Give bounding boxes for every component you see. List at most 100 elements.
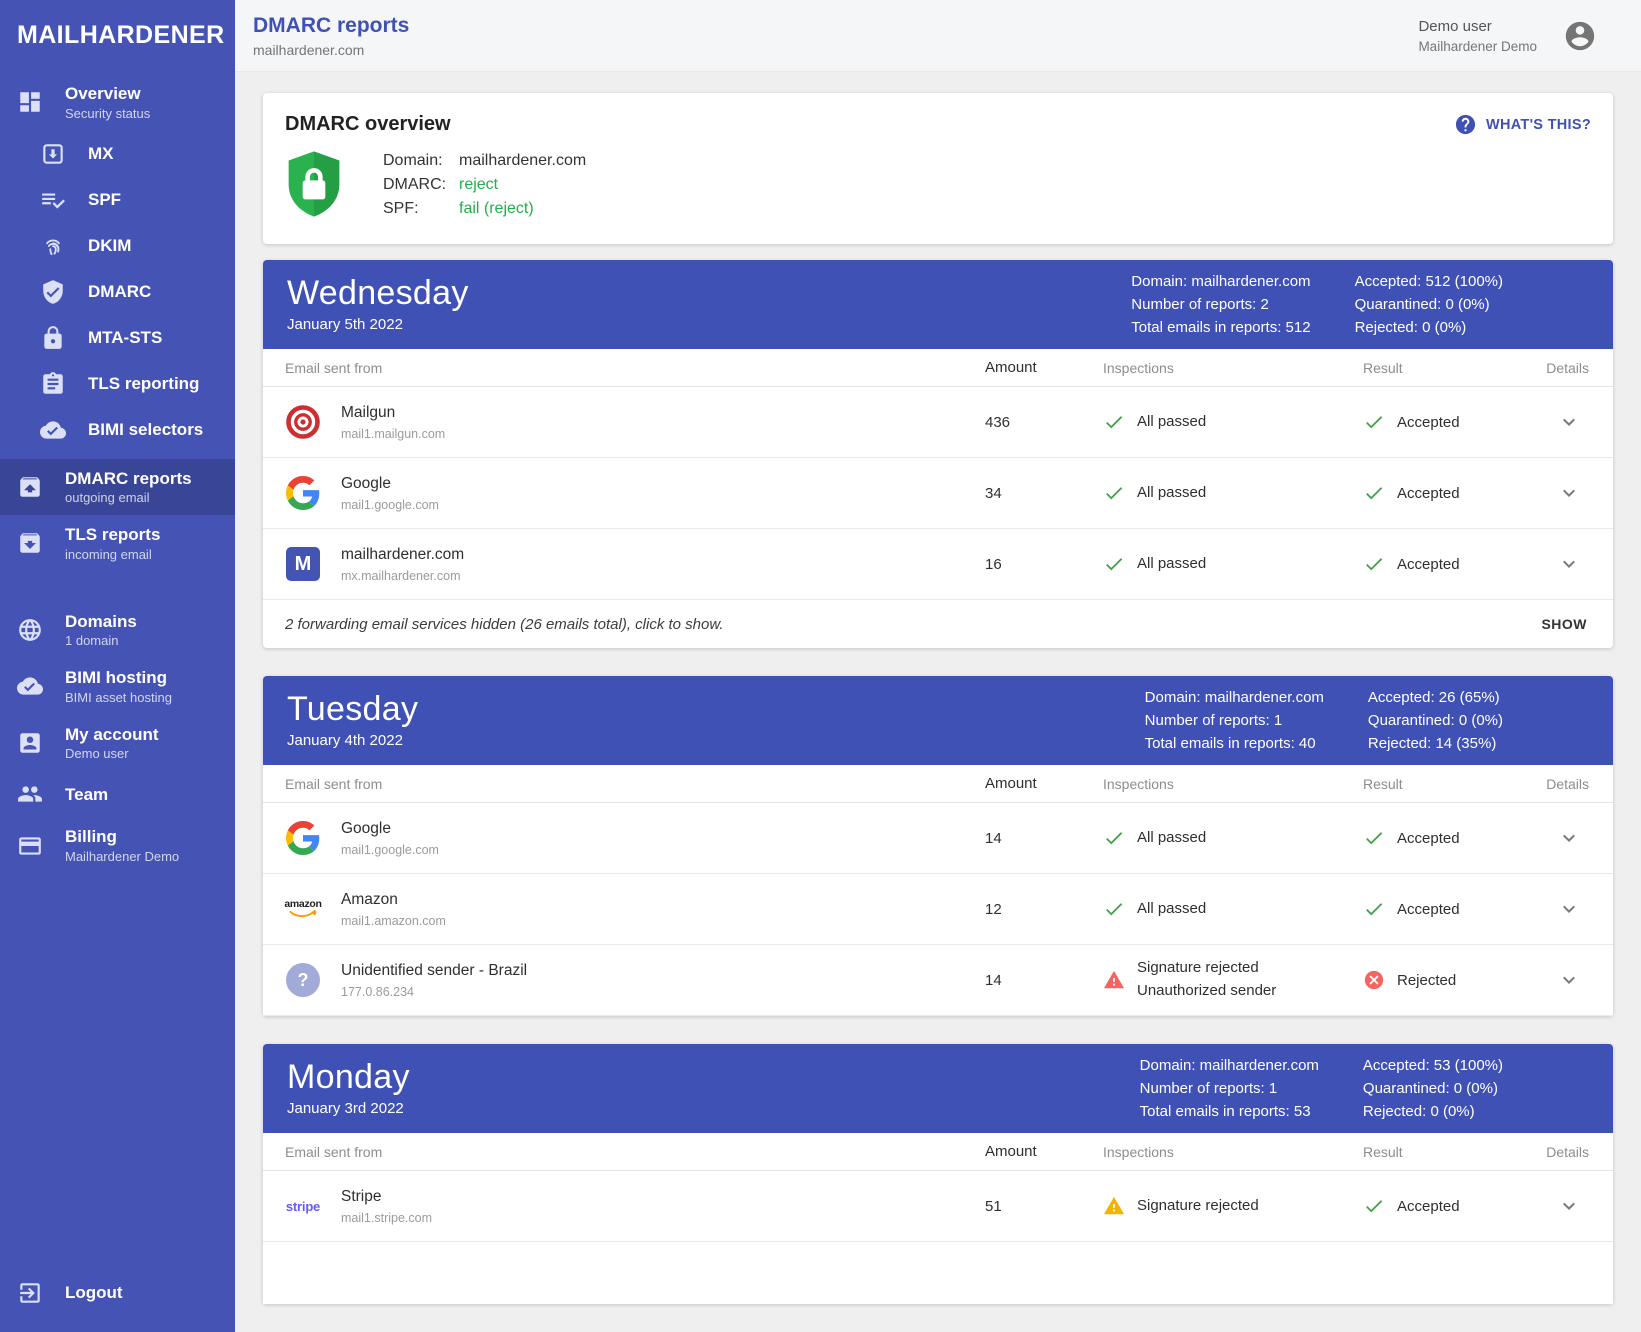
report-row[interactable]: Googlemail1.google.com14All passedAccept… bbox=[263, 803, 1613, 874]
result-cell: Accepted bbox=[1363, 827, 1491, 849]
col-header-email-sent-from: Email sent from bbox=[285, 360, 985, 376]
chevron-down-icon[interactable] bbox=[1557, 1194, 1581, 1218]
report-row[interactable]: Mailgunmail1.mailgun.com436All passedAcc… bbox=[263, 387, 1613, 458]
sidebar-item-mta-sts[interactable]: MTA-STS bbox=[0, 315, 235, 361]
sidebar-item-label: MX bbox=[88, 144, 114, 164]
sidebar-item-bimi-selectors[interactable]: BIMI selectors bbox=[0, 407, 235, 453]
overview-field-label: Domain: bbox=[383, 152, 459, 170]
warning-icon bbox=[1103, 1195, 1125, 1217]
sidebar-item-sublabel: outgoing email bbox=[65, 490, 192, 505]
mailgun-logo-icon bbox=[285, 404, 321, 440]
sender-cell: Mailgunmail1.mailgun.com bbox=[285, 404, 985, 441]
day-name: Tuesday bbox=[287, 692, 1145, 728]
inspection-text: All passed bbox=[1137, 900, 1206, 919]
sidebar-nav: OverviewSecurity status MX SPFDKIMDMARCMTA… bbox=[0, 74, 235, 874]
inspection-lines: All passed bbox=[1137, 413, 1206, 432]
user-menu[interactable]: Demo user Mailhardener Demo bbox=[1418, 18, 1597, 54]
dashboard-icon bbox=[17, 89, 43, 115]
day-stat: Rejected: 14 (35%) bbox=[1368, 732, 1503, 755]
amount-value: 12 bbox=[985, 901, 1103, 918]
sender-name: Unidentified sender - Brazil bbox=[341, 962, 527, 980]
table-header-row: Email sent fromAmountInspectionsResultDe… bbox=[263, 349, 1613, 387]
result-text: Accepted bbox=[1397, 556, 1460, 573]
result-cell: Accepted bbox=[1363, 411, 1491, 433]
details-cell bbox=[1491, 897, 1591, 921]
sidebar-item-tls-reporting[interactable]: TLS reporting bbox=[0, 361, 235, 407]
report-row[interactable]: stripeStripemail1.stripe.com51Signature … bbox=[263, 1171, 1613, 1242]
result-cell: Accepted bbox=[1363, 898, 1491, 920]
sidebar-item-label: BIMI hosting bbox=[65, 668, 172, 688]
amount-value: 34 bbox=[985, 485, 1103, 502]
check-icon bbox=[1103, 898, 1125, 920]
day-stats-results: Accepted: 512 (100%)Quarantined: 0 (0%)R… bbox=[1355, 270, 1503, 339]
cloud-check-icon bbox=[40, 417, 66, 443]
sidebar-item-tls-reports[interactable]: TLS reportsincoming email bbox=[0, 515, 235, 572]
sidebar-item-spf[interactable]: SPF bbox=[0, 177, 235, 223]
day-header: WednesdayJanuary 5th 2022Domain: mailhar… bbox=[263, 260, 1613, 349]
sender-name: Amazon bbox=[341, 891, 446, 909]
col-header-result: Result bbox=[1363, 1144, 1491, 1160]
overview-body: Domain:mailhardener.comDMARC:rejectSPF:f… bbox=[285, 148, 1591, 220]
page-title: DMARC reports bbox=[253, 13, 409, 38]
day-stat: Total emails in reports: 40 bbox=[1145, 732, 1324, 755]
day-stats-results: Accepted: 53 (100%)Quarantined: 0 (0%)Re… bbox=[1363, 1054, 1503, 1123]
report-row[interactable]: Google mail1.google.com 34All passedAccept… bbox=[263, 458, 1613, 529]
day-stat: Domain: mailhardener.com bbox=[1140, 1054, 1319, 1077]
day-card: TuesdayJanuary 4th 2022Domain: mailharde… bbox=[263, 676, 1613, 1016]
sender-cell: ?Unidentified sender - Brazil177.0.86.23… bbox=[285, 962, 985, 999]
table-header-row: Email sent fromAmountInspectionsResultDe… bbox=[263, 765, 1613, 803]
sender-name: Stripe bbox=[341, 1188, 432, 1206]
chevron-down-icon[interactable] bbox=[1557, 968, 1581, 992]
report-row[interactable]: ?Unidentified sender - Brazil177.0.86.23… bbox=[263, 945, 1613, 1016]
col-header-details: Details bbox=[1491, 360, 1591, 376]
sender-name: Mailgun bbox=[341, 404, 445, 422]
sidebar-item-bimi-hosting[interactable]: BIMI hosting BIMI asset hosting bbox=[0, 658, 235, 715]
chevron-down-icon[interactable] bbox=[1557, 481, 1581, 505]
sidebar-item-billing[interactable]: BillingMailhardener Demo bbox=[0, 817, 235, 874]
sidebar-item-dmarc[interactable]: DMARC bbox=[0, 269, 235, 315]
day-title: TuesdayJanuary 4th 2022 bbox=[287, 692, 1145, 749]
sidebar-item-dkim[interactable]: DKIM bbox=[0, 223, 235, 269]
chevron-down-icon[interactable] bbox=[1557, 552, 1581, 576]
avatar-icon[interactable] bbox=[1563, 19, 1597, 53]
sidebar-item-label: Overview bbox=[65, 84, 150, 104]
day-name: Monday bbox=[287, 1060, 1140, 1096]
chevron-down-icon[interactable] bbox=[1557, 897, 1581, 921]
shield-lock-icon bbox=[285, 148, 343, 220]
chevron-down-icon[interactable] bbox=[1557, 410, 1581, 434]
result-cell: Accepted bbox=[1363, 482, 1491, 504]
result-text: Rejected bbox=[1397, 972, 1456, 989]
show-button[interactable]: SHOW bbox=[1529, 608, 1599, 640]
inspection-lines: Signature rejected bbox=[1137, 1197, 1259, 1216]
sidebar-item-logout[interactable]: Logout bbox=[0, 1264, 235, 1332]
sidebar-item-my-account[interactable]: My accountDemo user bbox=[0, 715, 235, 772]
table-header-row: Email sent fromAmountInspectionsResultDe… bbox=[263, 1133, 1613, 1171]
sidebar-item-sublabel: BIMI asset hosting bbox=[65, 690, 172, 705]
sender-cell: Googlemail1.google.com bbox=[285, 820, 985, 857]
sidebar-item-mx[interactable]: MX bbox=[0, 131, 235, 177]
day-stat: Accepted: 512 (100%) bbox=[1355, 270, 1503, 293]
sidebar-item-dmarc-reports[interactable]: DMARC reportsoutgoing email bbox=[0, 459, 235, 516]
details-cell bbox=[1491, 410, 1591, 434]
day-stats: Domain: mailhardener.comNumber of report… bbox=[1145, 686, 1503, 755]
exit-icon bbox=[17, 1280, 43, 1306]
inspections-cell: All passed bbox=[1103, 482, 1363, 504]
day-date: January 3rd 2022 bbox=[287, 1100, 1140, 1117]
sidebar-item-team[interactable]: Team bbox=[0, 771, 235, 817]
sender-name: Google bbox=[341, 475, 439, 493]
sender-host: 177.0.86.234 bbox=[341, 985, 527, 999]
stripe-logo-icon: stripe bbox=[285, 1199, 321, 1214]
sender-host: mail1.google.com bbox=[341, 498, 439, 512]
check-icon bbox=[1363, 553, 1385, 575]
report-row[interactable]: amazonAmazonmail1.amazon.com12All passed… bbox=[263, 874, 1613, 945]
details-cell bbox=[1491, 968, 1591, 992]
report-row[interactable]: Mmailhardener.commx.mailhardener.com16Al… bbox=[263, 529, 1613, 600]
content: DMARC overview WHAT'S THIS? Domain:mailh… bbox=[235, 72, 1641, 1332]
overview-field-value: mailhardener.com bbox=[459, 152, 586, 170]
whats-this-link[interactable]: WHAT'S THIS? bbox=[1454, 113, 1591, 136]
sidebar-item-domains[interactable]: Domains1 domain bbox=[0, 602, 235, 659]
sidebar-item-overview[interactable]: OverviewSecurity status bbox=[0, 74, 235, 131]
credit-card-icon bbox=[17, 833, 43, 859]
sender-host: mail1.amazon.com bbox=[341, 914, 446, 928]
chevron-down-icon[interactable] bbox=[1557, 826, 1581, 850]
